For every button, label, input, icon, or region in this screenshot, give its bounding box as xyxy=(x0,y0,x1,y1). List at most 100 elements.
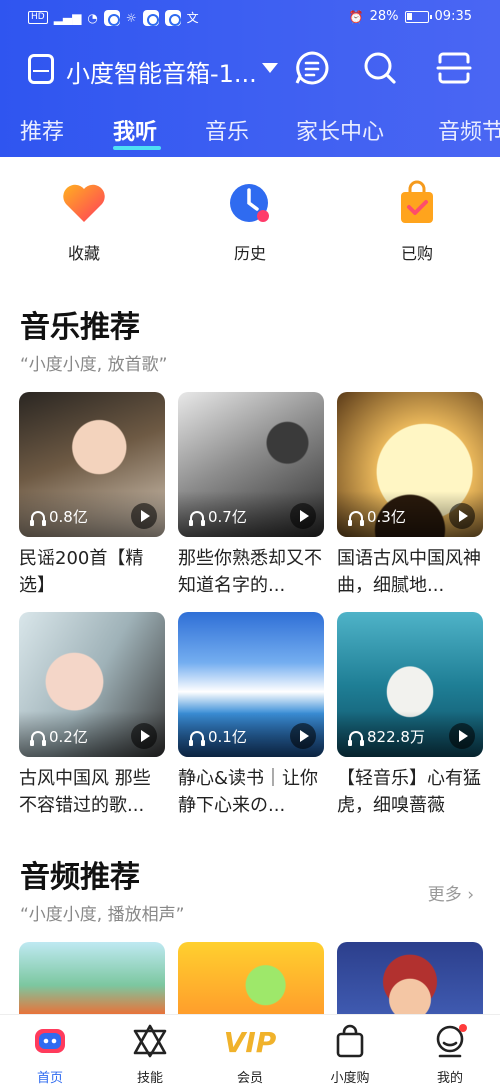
alarm-icon: ⏰ xyxy=(348,9,364,24)
scan-icon[interactable] xyxy=(436,50,472,86)
svg-text:VIP: VIP xyxy=(224,1026,277,1059)
profile-icon xyxy=(436,1024,467,1058)
translate-icon: 文 xyxy=(186,11,199,25)
purchased-button[interactable]: 已购 xyxy=(367,180,467,264)
wifi-icon: ◔ xyxy=(87,10,98,25)
music-section-subtitle: “小度小度, 放首歌” xyxy=(20,355,168,375)
device-selector[interactable]: 小度智能音箱-1... xyxy=(0,40,500,96)
app-notification-icon xyxy=(142,9,159,26)
history-label: 历史 xyxy=(233,244,266,263)
playlist-card[interactable]: 0.3亿 国语古风中国风神曲，细腻地... xyxy=(337,392,483,599)
headphones-icon xyxy=(189,510,205,526)
audio-cover[interactable] xyxy=(337,942,483,1014)
playlist-card[interactable]: 0.1亿 静心&读书｜让你静下心来の... xyxy=(178,612,324,819)
home-icon xyxy=(35,1029,65,1053)
vip-icon: VIP xyxy=(224,1026,277,1059)
play-count: 0.2亿 xyxy=(30,726,88,747)
nav-home[interactable]: 首页 xyxy=(10,1023,90,1084)
purchased-label: 已购 xyxy=(400,244,433,263)
audio-cover[interactable] xyxy=(178,942,324,1014)
history-button[interactable]: 历史 xyxy=(200,180,300,264)
audio-cover[interactable] xyxy=(19,942,165,1014)
more-link[interactable]: 更多 › xyxy=(428,880,474,905)
active-tab-indicator xyxy=(113,146,161,150)
favorites-label: 收藏 xyxy=(67,244,100,263)
tab-listen[interactable]: 我听 xyxy=(113,114,157,146)
nav-shop-label: 小度购 xyxy=(330,1071,370,1084)
top-tabs: 推荐 我听 音乐 家长中心 音频节 xyxy=(0,108,500,154)
nav-skills-label: 技能 xyxy=(136,1071,163,1084)
device-name[interactable]: 小度智能音箱-1... xyxy=(66,54,257,89)
nav-vip-label: 会员 xyxy=(236,1071,263,1084)
nav-skills[interactable]: 技能 xyxy=(110,1023,190,1084)
purchased-bag-icon xyxy=(401,180,433,223)
search-icon[interactable] xyxy=(362,50,398,86)
headphones-icon xyxy=(348,730,364,746)
headphones-icon xyxy=(348,510,364,526)
favorites-button[interactable]: 收藏 xyxy=(34,180,134,264)
headphones-icon xyxy=(30,510,46,526)
playlist-card[interactable]: 0.7亿 那些你熟悉却又不知道名字的... xyxy=(178,392,324,599)
audio-card[interactable] xyxy=(178,942,324,1014)
history-icon xyxy=(230,184,269,222)
skills-icon xyxy=(133,1024,167,1058)
hd-badge: HD xyxy=(28,11,48,24)
playlist-cover[interactable]: 0.3亿 xyxy=(337,392,483,537)
playlist-cover[interactable]: 0.8亿 xyxy=(19,392,165,537)
status-bar: HD ▂▄▆ ◔ ☼ 文 ⏰ 28% 09:35 xyxy=(0,0,500,36)
app-notification-icon xyxy=(103,9,120,26)
shopping-bag-icon xyxy=(336,1024,364,1058)
headphones-icon xyxy=(30,730,46,746)
playlist-cover[interactable]: 0.7亿 xyxy=(178,392,324,537)
audio-section-subtitle: “小度小度, 播放相声” xyxy=(20,905,185,925)
playlist-title[interactable]: 【轻音乐】心有猛虎，细嗅蔷薇 xyxy=(337,765,483,819)
notification-dot xyxy=(459,1024,467,1032)
chevron-right-icon: › xyxy=(467,885,474,905)
play-icon[interactable] xyxy=(290,503,316,529)
tab-audio[interactable]: 音频节 xyxy=(438,114,500,146)
sun-icon: ☼ xyxy=(125,10,137,25)
playlist-title[interactable]: 那些你熟悉却又不知道名字的... xyxy=(178,545,324,599)
playlist-cover[interactable]: 822.8万 xyxy=(337,612,483,757)
nav-vip[interactable]: VIP 会员 xyxy=(210,1023,290,1084)
nav-home-label: 首页 xyxy=(36,1071,63,1084)
clock: 09:35 xyxy=(434,9,472,24)
audio-card[interactable] xyxy=(337,942,483,1014)
playlist-card[interactable]: 0.2亿 古风中国风 那些不容错过的歌... xyxy=(19,612,165,819)
app-notification-icon xyxy=(164,9,181,26)
play-count: 0.1亿 xyxy=(189,726,247,747)
play-count: 822.8万 xyxy=(348,726,425,747)
playlist-title[interactable]: 古风中国风 那些不容错过的歌... xyxy=(19,765,165,819)
message-icon[interactable] xyxy=(294,50,330,86)
nav-shop[interactable]: 小度购 xyxy=(310,1023,390,1084)
playlist-title[interactable]: 静心&读书｜让你静下心来の... xyxy=(178,765,324,819)
playlist-cover[interactable]: 0.1亿 xyxy=(178,612,324,757)
nav-profile[interactable]: 我的 xyxy=(410,1023,490,1084)
tab-music[interactable]: 音乐 xyxy=(205,114,249,146)
signal-icon: ▂▄▆ xyxy=(53,10,82,25)
playlist-title[interactable]: 民谣200首【精选】 xyxy=(19,545,165,599)
app-header: HD ▂▄▆ ◔ ☼ 文 ⏰ 28% 09:35 小度智能音箱-1... 推荐 … xyxy=(0,0,500,157)
speaker-device-icon xyxy=(28,54,54,84)
play-icon[interactable] xyxy=(449,503,475,529)
tab-parent-center[interactable]: 家长中心 xyxy=(296,114,384,146)
audio-section-title: 音频推荐 xyxy=(20,860,140,895)
play-count: 0.3亿 xyxy=(348,506,406,527)
play-icon[interactable] xyxy=(131,723,157,749)
nav-profile-label: 我的 xyxy=(436,1071,463,1084)
play-count: 0.8亿 xyxy=(30,506,88,527)
tab-recommend[interactable]: 推荐 xyxy=(20,114,64,146)
quick-actions: 收藏 历史 已购 xyxy=(0,180,500,270)
chevron-down-icon[interactable] xyxy=(262,63,278,73)
play-icon[interactable] xyxy=(449,723,475,749)
playlist-card[interactable]: 0.8亿 民谣200首【精选】 xyxy=(19,392,165,599)
audio-card[interactable] xyxy=(19,942,165,1014)
playlist-title[interactable]: 国语古风中国风神曲，细腻地... xyxy=(337,545,483,599)
play-count: 0.7亿 xyxy=(189,506,247,527)
headphones-icon xyxy=(189,730,205,746)
playlist-card[interactable]: 822.8万 【轻音乐】心有猛虎，细嗅蔷薇 xyxy=(337,612,483,819)
playlist-cover[interactable]: 0.2亿 xyxy=(19,612,165,757)
heart-icon xyxy=(63,184,105,222)
play-icon[interactable] xyxy=(290,723,316,749)
play-icon[interactable] xyxy=(131,503,157,529)
